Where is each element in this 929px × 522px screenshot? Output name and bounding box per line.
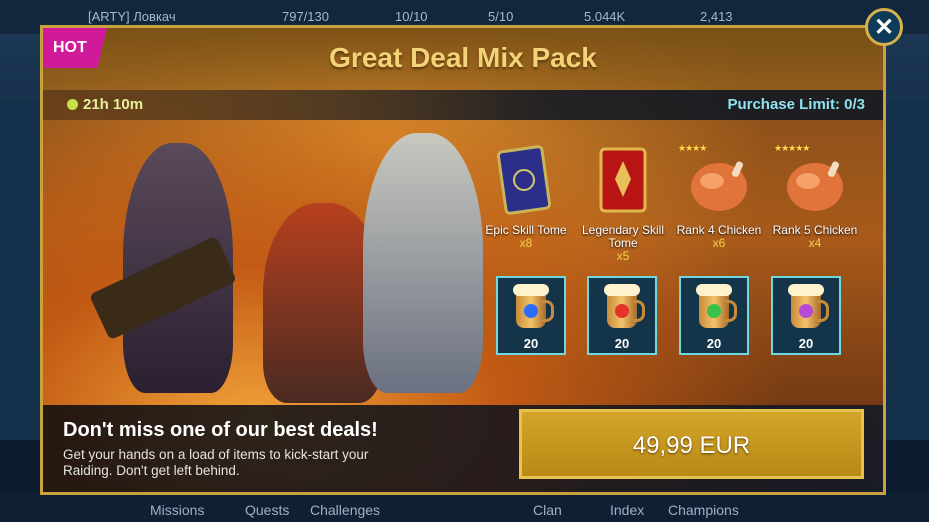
offer-dialog: Great Deal Mix Pack HOT 21h 10m Purchase… [40,25,886,495]
champions-artwork [63,123,503,403]
nav-challenges[interactable]: Challenges [310,502,380,518]
gems-counter: 2,413 [700,9,733,24]
nav-clan[interactable]: Clan [533,502,562,518]
close-icon: ✕ [873,14,895,41]
offer-title: Great Deal Mix Pack [329,42,597,73]
left-side-menu [0,100,40,440]
purple-potion-mug-icon [788,284,829,328]
potion-gem [524,304,538,318]
blue-potion-mug-icon [513,284,554,328]
epic-skill-tome-icon [496,145,552,215]
potion-count: 20 [798,336,814,351]
timer-value: 21h 10m [83,96,144,113]
hot-badge: HOT [43,28,107,68]
reward-epic-skill-tome: Epic Skill Tome x8 [477,143,575,250]
offer-headline: Don't miss one of our best deals! [63,419,378,441]
silver-counter: 5.044K [584,9,626,24]
buy-button[interactable]: 49,99 EUR [519,409,864,479]
nav-quests[interactable]: Quests [245,502,289,518]
item-label: Legendary Skill Tome [581,223,665,250]
hot-badge-label: HOT [53,39,87,56]
bottom-nav: Missions Quests Challenges Clan Index Ch… [0,492,929,522]
potion-gem [707,304,721,318]
offer-description: Get your hands on a load of items to kic… [63,447,369,478]
potion-count: 20 [614,336,630,351]
energy-counter: 797/130 [282,9,329,24]
potion-gem [799,304,813,318]
reward-potion-tile[interactable]: 20 [771,276,841,355]
green-potion-mug-icon [696,284,737,328]
item-quantity: x5 [616,249,630,263]
purchase-limit: Purchase Limit: 0/3 [727,96,865,113]
reward-rank-5-chicken: ★★★★★ Rank 5 Chicken x4 [766,143,864,250]
right-side-menu [884,100,929,440]
nav-index[interactable]: Index [610,502,644,518]
reward-legendary-skill-tome: Legendary Skill Tome x5 [574,143,672,263]
nav-missions[interactable]: Missions [150,502,204,518]
clock-icon [67,99,78,110]
rank-5-chicken-icon [787,161,843,211]
reward-potion-tile[interactable]: 20 [679,276,749,355]
item-quantity: x6 [712,236,726,250]
hooded-mage-champion-image [363,133,483,393]
offer-info-bar: 21h 10m Purchase Limit: 0/3 [43,90,883,120]
rank-4-chicken-icon [691,161,747,211]
close-button[interactable]: ✕ [865,8,903,46]
offer-footer: Don't miss one of our best deals! Get yo… [43,405,883,492]
item-quantity: x8 [519,236,533,250]
potion-count: 20 [706,336,722,351]
potion-gem [615,304,629,318]
nav-champions[interactable]: Champions [668,502,739,518]
red-potion-mug-icon [604,284,645,328]
tag-arena-counter: 5/10 [488,9,514,24]
legendary-skill-tome-icon [599,147,647,213]
arena-tokens-counter: 10/10 [395,9,428,24]
price-label: 49,99 EUR [632,432,751,459]
rank-stars: ★★★★ [678,143,707,153]
rank-stars: ★★★★★ [774,143,810,153]
offer-timer: 21h 10m [67,96,143,113]
item-quantity: x4 [808,236,822,250]
reward-potion-tile[interactable]: 20 [496,276,566,355]
reward-rank-4-chicken: ★★★★ Rank 4 Chicken x6 [670,143,768,250]
reward-potion-tile[interactable]: 20 [587,276,657,355]
player-name: [ARTY] Ловкач [88,9,176,24]
potion-count: 20 [523,336,539,351]
